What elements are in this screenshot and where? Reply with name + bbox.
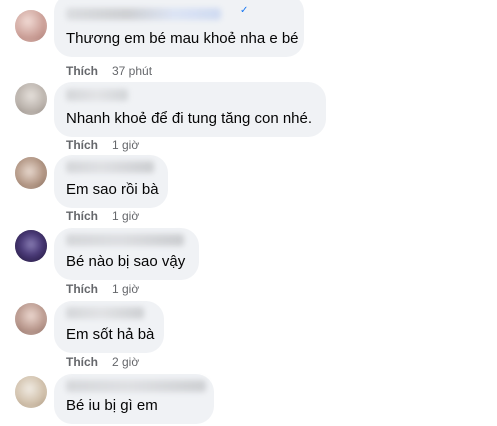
avatar[interactable] <box>15 157 47 189</box>
comment-timestamp[interactable]: 1 giờ <box>112 209 139 223</box>
author-name-redacted[interactable] <box>66 380 206 392</box>
comment-actions: Thích 37 phút <box>66 64 152 78</box>
comment-timestamp[interactable]: 2 giờ <box>112 355 139 369</box>
comment-text: Nhanh khoẻ để đi tung tăng con nhé. <box>66 110 313 127</box>
comment-timestamp[interactable]: 37 phút <box>112 64 152 78</box>
author-name-redacted[interactable] <box>66 307 144 319</box>
author-name-redacted[interactable] <box>66 234 184 246</box>
like-button[interactable]: Thích <box>66 64 98 78</box>
author-name-redacted[interactable] <box>66 161 154 173</box>
comment-bubble: Bé iu bị gì em <box>54 374 214 424</box>
comment-text: Bé iu bị gì em <box>66 397 158 414</box>
like-button[interactable]: Thích <box>66 209 98 223</box>
author-name-redacted[interactable] <box>66 8 221 20</box>
comment-text: Em sốt hả bà <box>66 326 155 343</box>
like-button[interactable]: Thích <box>66 138 98 152</box>
avatar[interactable] <box>15 83 47 115</box>
comment-text: Bé nào bị sao vậy <box>66 253 186 270</box>
like-button[interactable]: Thích <box>66 355 98 369</box>
comment-bubble: Em sốt hả bà <box>54 301 164 353</box>
comment-actions: Thích 1 giờ <box>66 209 139 223</box>
author-name-redacted[interactable] <box>66 89 128 101</box>
comment-text: Em sao rồi bà <box>66 181 159 198</box>
comment-timestamp[interactable]: 1 giờ <box>112 282 139 296</box>
avatar[interactable] <box>15 303 47 335</box>
avatar[interactable] <box>15 376 47 408</box>
comment-timestamp[interactable]: 1 giờ <box>112 138 139 152</box>
avatar[interactable] <box>15 10 47 42</box>
comment-actions: Thích 1 giờ <box>66 282 139 296</box>
comment-bubble: Nhanh khoẻ để đi tung tăng con nhé. <box>54 82 326 137</box>
comment-bubble: Em sao rồi bà <box>54 155 168 208</box>
comment-actions: Thích 2 giờ <box>66 355 139 369</box>
comment-text: Thương em bé mau khoẻ nha e bé <box>66 30 299 47</box>
comment-bubble: Bé nào bị sao vậy <box>54 228 199 280</box>
comment-bubble: ✓ Thương em bé mau khoẻ nha e bé <box>54 0 304 57</box>
like-button[interactable]: Thích <box>66 282 98 296</box>
verified-icon: ✓ <box>240 5 249 16</box>
comment-actions: Thích 1 giờ <box>66 138 139 152</box>
avatar[interactable] <box>15 230 47 262</box>
